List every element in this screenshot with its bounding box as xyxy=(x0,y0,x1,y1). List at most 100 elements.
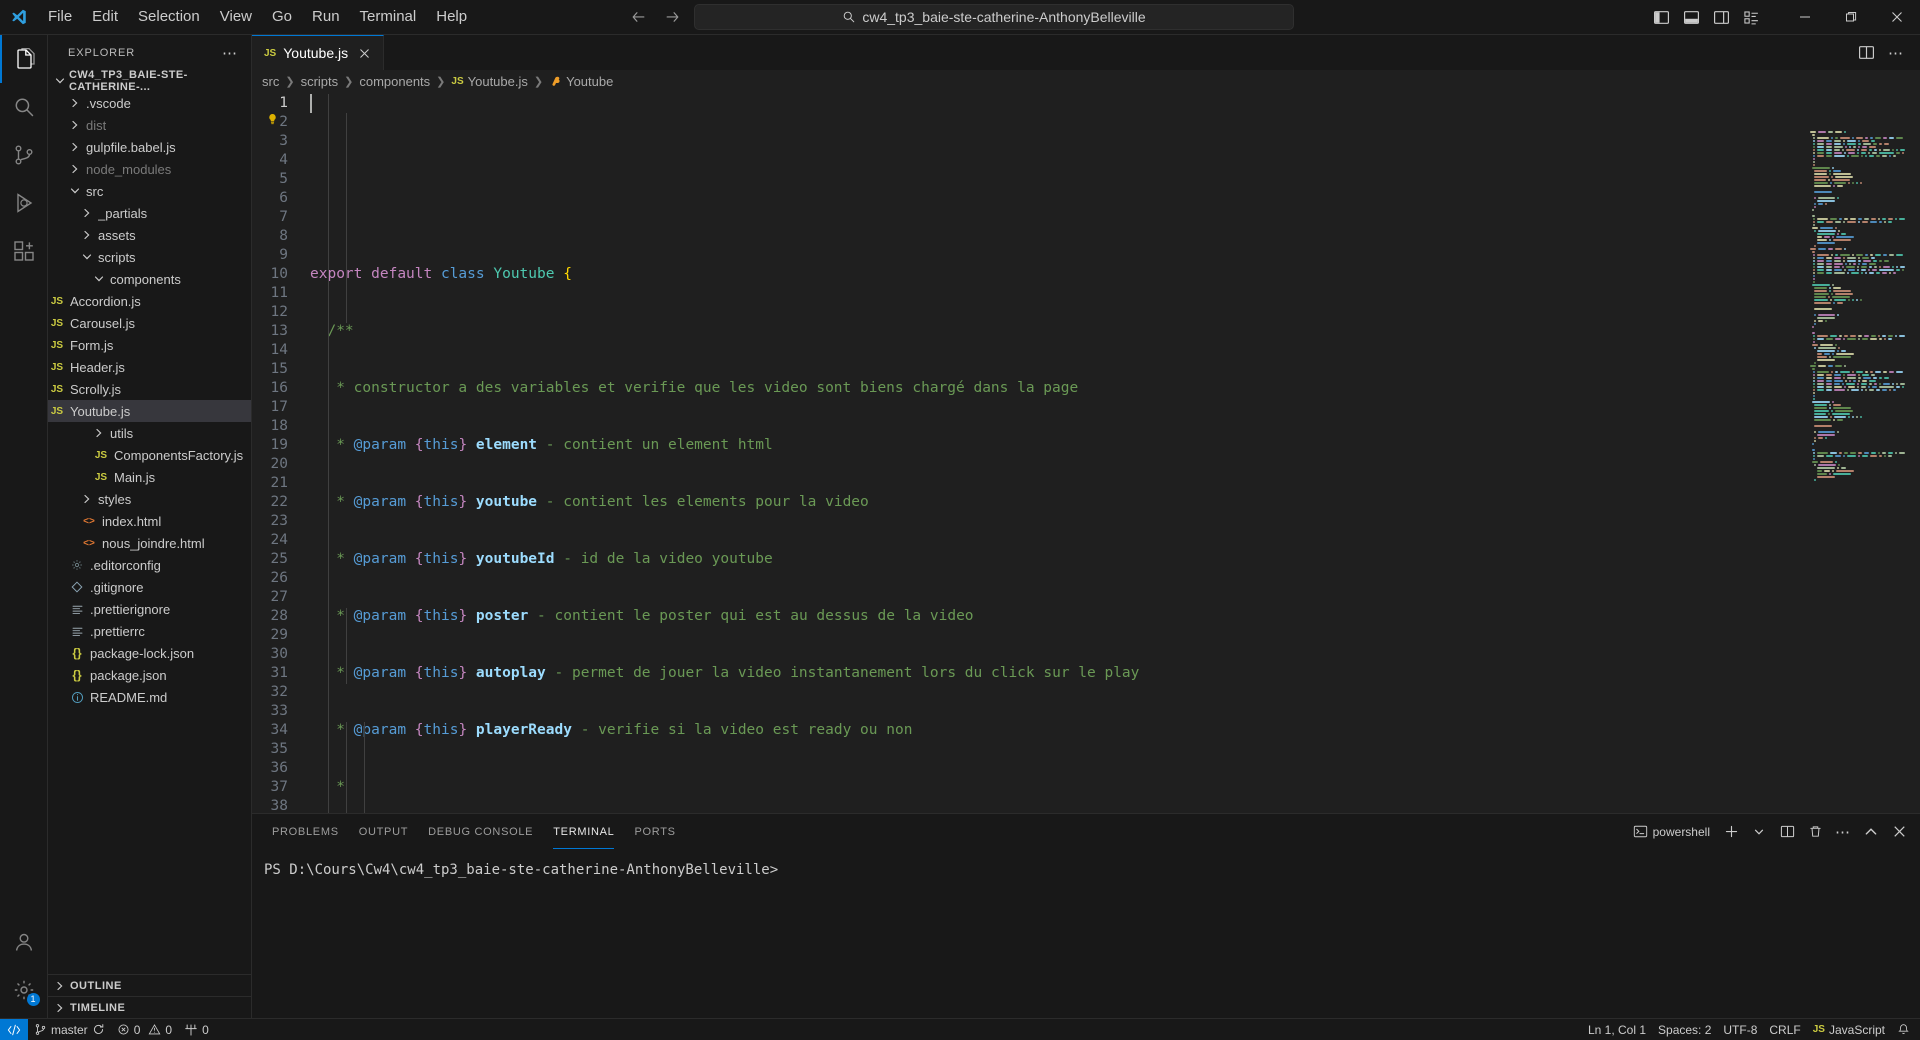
menu-file[interactable]: File xyxy=(38,5,82,29)
tab-output[interactable]: OUTPUT xyxy=(349,814,418,849)
status-ports[interactable]: 0 xyxy=(178,1019,215,1040)
status-branch[interactable]: master xyxy=(28,1019,111,1040)
activity-item-run-and-debug[interactable] xyxy=(0,179,48,227)
close-icon[interactable] xyxy=(355,44,373,62)
tree-folder-assets[interactable]: assets xyxy=(48,224,251,246)
tab-problems[interactable]: PROBLEMS xyxy=(262,814,349,849)
activity-item-accounts[interactable] xyxy=(0,918,48,966)
breadcrumb-item-file[interactable]: JS Youtube.js xyxy=(451,74,527,89)
tab-ports[interactable]: PORTS xyxy=(624,814,685,849)
ellipsis-icon[interactable]: ⋯ xyxy=(217,44,243,62)
activity-item-explorer[interactable] xyxy=(0,35,48,83)
menu-terminal[interactable]: Terminal xyxy=(350,5,427,29)
status-indentation[interactable]: Spaces: 2 xyxy=(1652,1019,1717,1040)
tree-folder-styles[interactable]: styles xyxy=(48,488,251,510)
file-tree[interactable]: CW4_TP3_BAIE-STE-CATHERINE-... .vscode di… xyxy=(48,70,251,974)
tree-folder-node-modules[interactable]: node_modules xyxy=(48,158,251,180)
tree-folder-gulpfile-babel-js[interactable]: gulpfile.babel.js xyxy=(48,136,251,158)
sidebar-panel-timeline[interactable]: TIMELINE xyxy=(48,996,251,1018)
tree-file-youtube-js[interactable]: JS Youtube.js xyxy=(48,400,251,422)
tree-file-gitignore[interactable]: .gitignore xyxy=(48,576,251,598)
terminal-body[interactable]: PS D:\Cours\Cw4\cw4_tp3_baie-ste-catheri… xyxy=(252,849,1920,1018)
menu-view[interactable]: View xyxy=(210,5,262,29)
tree-file-componentsfactory-js[interactable]: JS ComponentsFactory.js xyxy=(48,444,251,466)
tree-file-form-js[interactable]: JS Form.js xyxy=(48,334,251,356)
close-icon[interactable] xyxy=(1874,0,1920,35)
tree-folder-vscode[interactable]: .vscode xyxy=(48,92,251,114)
kill-terminal-icon[interactable] xyxy=(1802,820,1828,844)
tree-folder-src[interactable]: src xyxy=(48,180,251,202)
tree-folder-dist[interactable]: dist xyxy=(48,114,251,136)
more-actions-icon[interactable]: ⋯ xyxy=(1882,39,1910,67)
tree-item-label: utils xyxy=(110,425,134,441)
sidebar-panel-outline[interactable]: OUTLINE xyxy=(48,974,251,996)
tree-file-package-lock-json[interactable]: {} package-lock.json xyxy=(48,642,251,664)
tree-file-nous-joindre-html[interactable]: <> nous_joindre.html xyxy=(48,532,251,554)
breadcrumb-item-components[interactable]: components xyxy=(359,74,430,89)
customize-layout-icon[interactable] xyxy=(1738,5,1764,29)
line-number: 11 xyxy=(270,285,288,301)
arrow-left-icon[interactable] xyxy=(626,6,650,28)
line-number: 35 xyxy=(270,741,288,757)
menu-run[interactable]: Run xyxy=(302,5,350,29)
arrow-right-icon[interactable] xyxy=(660,6,684,28)
more-actions-icon[interactable]: ⋯ xyxy=(1830,820,1856,844)
tab-debug-console[interactable]: DEBUG CONSOLE xyxy=(418,814,543,849)
menu-edit[interactable]: Edit xyxy=(82,5,128,29)
status-language[interactable]: JS JavaScript xyxy=(1807,1019,1891,1040)
breadcrumb-item-scripts[interactable]: scripts xyxy=(301,74,339,89)
status-problems[interactable]: 0 0 xyxy=(111,1019,178,1040)
split-editor-icon[interactable] xyxy=(1852,39,1880,67)
line-number: 1 xyxy=(279,95,288,111)
activity-item-source-control[interactable] xyxy=(0,131,48,179)
tree-file-prettierignore[interactable]: .prettierignore xyxy=(48,598,251,620)
folder-root[interactable]: CW4_TP3_BAIE-STE-CATHERINE-... xyxy=(48,70,251,93)
status-eol[interactable]: CRLF xyxy=(1763,1019,1806,1040)
tree-file-scrolly-js[interactable]: JS Scrolly.js xyxy=(48,378,251,400)
breadcrumb-item-symbol[interactable]: Youtube xyxy=(549,74,613,89)
status-encoding[interactable]: UTF-8 xyxy=(1717,1019,1763,1040)
code-content[interactable]: export default class Youtube { /** * con… xyxy=(310,92,1920,813)
tree-file-prettierrc[interactable]: .prettierrc xyxy=(48,620,251,642)
tree-file-header-js[interactable]: JS Header.js xyxy=(48,356,251,378)
tree-file-editorconfig[interactable]: .editorconfig xyxy=(48,554,251,576)
menu-go[interactable]: Go xyxy=(262,5,302,29)
maximize-panel-icon[interactable] xyxy=(1858,820,1884,844)
new-terminal-icon[interactable] xyxy=(1718,820,1744,844)
toggle-panel-icon[interactable] xyxy=(1678,5,1704,29)
tree-folder-utils[interactable]: utils xyxy=(48,422,251,444)
activity-item-extensions[interactable] xyxy=(0,227,48,275)
minimap[interactable] xyxy=(1808,92,1906,813)
tree-folder-scripts[interactable]: scripts xyxy=(48,246,251,268)
code-editor[interactable]: 1 2 3 4 5 6 7 8 9 10 11 12 13 14 15 16 17 18 19 20 21 22 23 24 2… xyxy=(252,92,1920,813)
menu-help[interactable]: Help xyxy=(426,5,477,29)
menu-selection[interactable]: Selection xyxy=(128,5,210,29)
status-cursor-position[interactable]: Ln 1, Col 1 xyxy=(1582,1019,1652,1040)
terminal-profile-chevron-icon[interactable] xyxy=(1746,820,1772,844)
bell-icon[interactable] xyxy=(1891,1019,1920,1040)
tab-youtube-js[interactable]: JS Youtube.js xyxy=(252,35,385,70)
remote-window-icon[interactable] xyxy=(0,1018,28,1040)
activity-item-manage[interactable]: 1 xyxy=(0,966,48,1014)
editor-vertical-scrollbar[interactable] xyxy=(1906,92,1920,813)
breadcrumb-item-src[interactable]: src xyxy=(262,74,279,89)
terminal-tab-powershell[interactable]: powershell xyxy=(1627,824,1716,839)
tree-file-index-html[interactable]: <> index.html xyxy=(48,510,251,532)
tree-file-readme-md[interactable]: README.md xyxy=(48,686,251,708)
toggle-secondary-sidebar-icon[interactable] xyxy=(1708,5,1734,29)
tab-terminal[interactable]: TERMINAL xyxy=(543,814,624,849)
split-terminal-icon[interactable] xyxy=(1774,820,1800,844)
tree-file-carousel-js[interactable]: JS Carousel.js xyxy=(48,312,251,334)
tree-folder-components[interactable]: components xyxy=(48,268,251,290)
command-center[interactable]: cw4_tp3_baie-ste-catherine-AnthonyBellev… xyxy=(694,4,1294,30)
tree-file-main-js[interactable]: JS Main.js xyxy=(48,466,251,488)
minimize-icon[interactable] xyxy=(1782,0,1828,35)
activity-item-search[interactable] xyxy=(0,83,48,131)
tree-folder-partials[interactable]: _partials xyxy=(48,202,251,224)
toggle-primary-sidebar-icon[interactable] xyxy=(1648,5,1674,29)
close-panel-icon[interactable] xyxy=(1886,820,1912,844)
tree-file-package-json[interactable]: {} package.json xyxy=(48,664,251,686)
tree-file-accordion-js[interactable]: JS Accordion.js xyxy=(48,290,251,312)
restore-icon[interactable] xyxy=(1828,0,1874,35)
lightbulb-icon[interactable] xyxy=(266,113,279,126)
